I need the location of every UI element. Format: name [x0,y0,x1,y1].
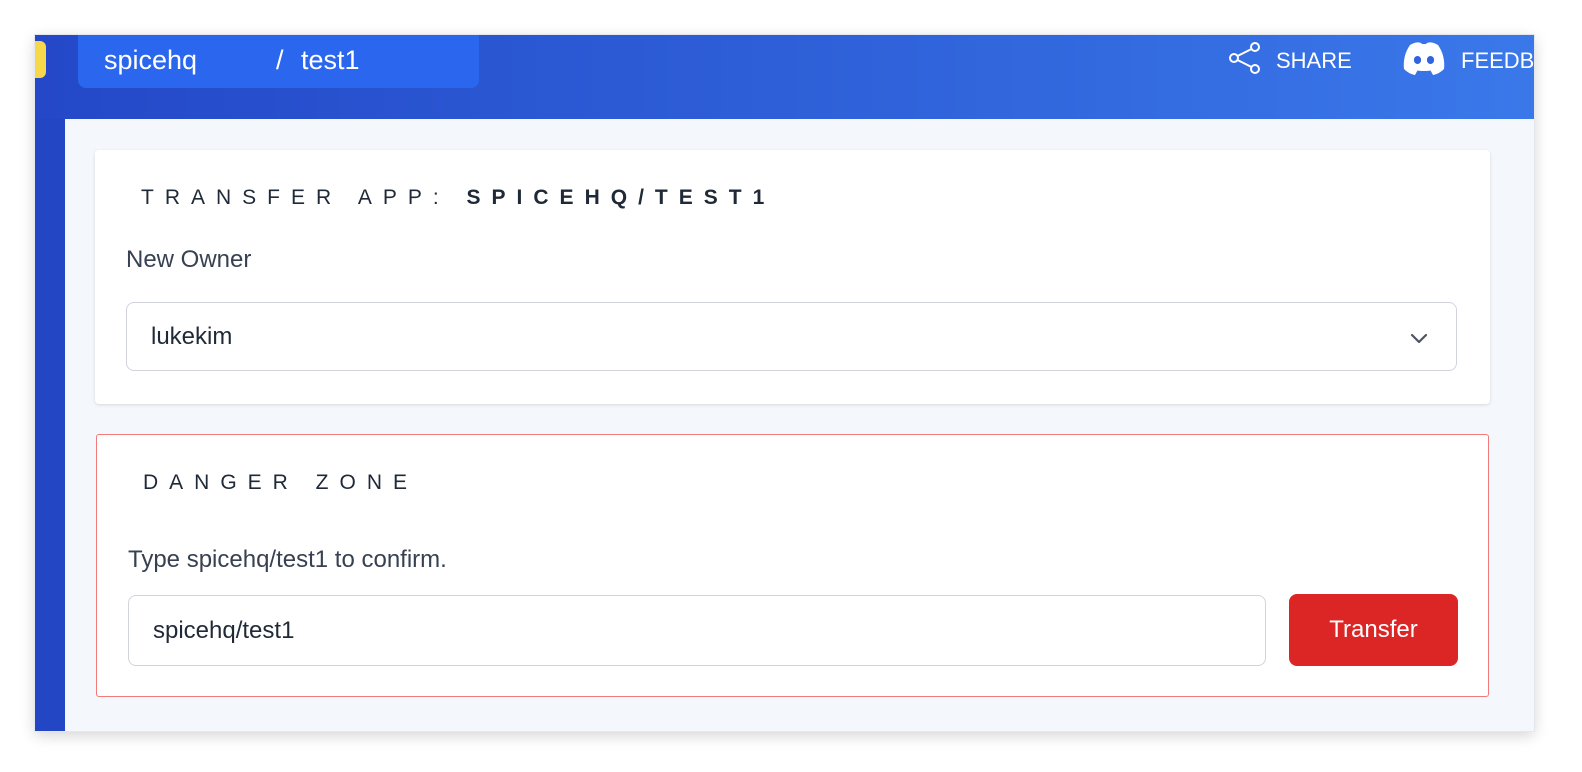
sidebar [35,119,65,731]
breadcrumb-separator: / [276,45,284,75]
share-button[interactable]: SHARE [1228,41,1352,81]
new-owner-select[interactable]: lukekim [126,302,1457,371]
feedback-label: FEEDBACK [1461,48,1534,73]
feedback-button[interactable]: FEEDBACK [1401,41,1534,81]
discord-icon [1401,40,1447,82]
share-icon [1228,41,1262,81]
confirm-label: Type spicehq/test1 to confirm. [128,546,447,573]
new-owner-value: lukekim [151,323,233,350]
transfer-card: TRANSFER APP: SPICEHQ/TEST1 New Owner lu… [95,150,1490,404]
breadcrumb: spicehq / test1 [78,35,479,88]
transfer-title-app: SPICEHQ/TEST1 [466,186,776,209]
breadcrumb-app[interactable]: test1 [301,45,360,76]
app-logo-tab[interactable] [35,41,46,78]
confirm-input[interactable] [128,595,1266,666]
danger-zone-card: DANGER ZONE Type spicehq/test1 to confir… [96,434,1489,697]
share-label: SHARE [1276,48,1352,73]
chevron-down-icon [1408,327,1430,354]
transfer-button[interactable]: Transfer [1289,594,1458,666]
transfer-title: TRANSFER APP: SPICEHQ/TEST1 [141,186,775,210]
new-owner-label: New Owner [126,246,252,273]
top-navbar: spicehq / test1 SHARE FEEDB [35,35,1534,119]
transfer-title-prefix: TRANSFER APP: [141,186,467,209]
breadcrumb-org[interactable]: spicehq [104,45,197,76]
app-window: spicehq / test1 SHARE FEEDB TRANSFER APP… [35,35,1534,731]
danger-zone-title: DANGER ZONE [143,471,419,494]
